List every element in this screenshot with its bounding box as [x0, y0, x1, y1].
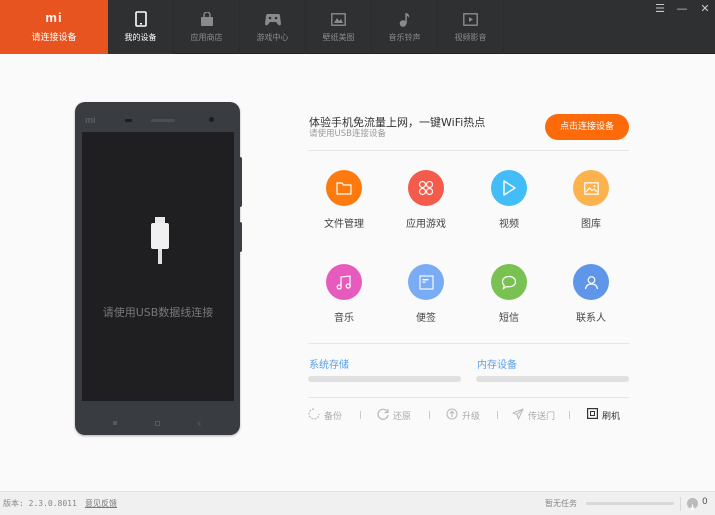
tab-label: 我的设备 [124, 33, 157, 42]
video-icon [438, 9, 503, 29]
shopping-bag-icon [174, 9, 239, 29]
task-status: 暂无任务 [545, 499, 577, 508]
promo-subtitle: 请使用USB连接设备 [309, 129, 386, 139]
phone-power-button [239, 222, 242, 252]
tab-wallpaper[interactable]: 壁纸美图 [306, 0, 372, 54]
system-storage-bar [308, 376, 461, 382]
portal-button[interactable]: 传送门 [512, 408, 555, 423]
app-label: 短信 [499, 313, 519, 324]
tab-label: 音乐铃声 [388, 33, 421, 42]
backup-icon [308, 408, 320, 423]
phone-camera [209, 117, 214, 122]
mi-logo: mi [45, 10, 63, 25]
separator [569, 411, 570, 419]
app-label: 联系人 [576, 313, 606, 324]
app-music[interactable]: 音乐 [309, 264, 379, 324]
minimize-button[interactable]: — [674, 2, 690, 16]
app-label: 应用游戏 [406, 219, 446, 230]
separator [360, 411, 361, 419]
usb-connect-hint: 请使用USB数据线连接 [102, 306, 214, 319]
system-storage-label: 系统存储 [309, 360, 349, 371]
home-key-icon [155, 411, 160, 426]
flash-rom-button[interactable]: 刷机 [587, 408, 620, 422]
back-key-icon [197, 411, 202, 426]
upgrade-button[interactable]: 升级 [446, 408, 480, 423]
top-bar: mi 请连接设备 我的设备 应用商店 游戏中心 壁纸美图 音乐铃声 视频影音 ☰… [0, 0, 715, 54]
connect-device-tab[interactable]: mi 请连接设备 [0, 0, 108, 54]
phone-volume-button [239, 157, 242, 207]
tab-label: 视频影音 [454, 33, 487, 42]
tab-app-store[interactable]: 应用商店 [174, 0, 240, 54]
phone-sensor [125, 119, 132, 122]
tab-label: 游戏中心 [256, 33, 289, 42]
backup-button[interactable]: 备份 [308, 408, 342, 423]
phone-mi-logo: mi [85, 115, 96, 125]
tab-label: 壁纸美图 [322, 33, 355, 42]
app-label: 便签 [416, 313, 436, 324]
separator [680, 497, 681, 511]
divider [308, 397, 629, 398]
message-icon [491, 264, 527, 300]
app-label: 图库 [581, 219, 601, 230]
phone-screen: 请使用USB数据线连接 [82, 132, 234, 401]
tool-label: 升级 [462, 412, 481, 422]
upgrade-icon [446, 408, 458, 423]
app-gallery[interactable]: 图库 [556, 170, 626, 230]
menu-key-icon [113, 411, 118, 425]
divider [308, 343, 629, 344]
feedback-link[interactable]: 意见反馈 [85, 498, 117, 509]
tab-label: 应用商店 [190, 33, 223, 42]
tab-my-device[interactable]: 我的设备 [108, 0, 174, 54]
gamepad-icon [240, 9, 305, 29]
status-bar: 版本: 2.3.0.8011 意见反馈 暂无任务 0 [0, 491, 715, 515]
separator [429, 411, 430, 419]
tab-video[interactable]: 视频影音 [438, 0, 504, 54]
flash-icon [587, 408, 599, 422]
internal-storage-bar [476, 376, 629, 382]
close-button[interactable]: ✕ [697, 2, 713, 16]
connect-device-label: 请连接设备 [31, 33, 77, 43]
contact-icon [573, 264, 609, 300]
app-notes[interactable]: 便签 [391, 264, 461, 324]
gallery-icon [573, 170, 609, 206]
divider [308, 150, 629, 151]
version-label: 版本: 2.3.0.8011 [3, 499, 77, 508]
note-icon [408, 264, 444, 300]
tool-label: 备份 [324, 412, 343, 422]
tool-label: 传送门 [528, 412, 556, 422]
folder-icon [326, 170, 362, 206]
app-label: 文件管理 [324, 219, 364, 230]
phone-icon [108, 9, 173, 29]
tool-label: 刷机 [602, 411, 621, 422]
send-icon [512, 408, 524, 423]
usb-plug-icon [150, 217, 170, 268]
play-icon [491, 170, 527, 206]
phone-speaker [151, 119, 175, 122]
app-label: 音乐 [334, 313, 354, 324]
app-label: 视频 [499, 219, 519, 230]
app-messages[interactable]: 短信 [474, 264, 544, 324]
tab-ringtones[interactable]: 音乐铃声 [372, 0, 438, 54]
task-progress-bar [586, 502, 674, 505]
restore-button[interactable]: 还原 [377, 408, 411, 423]
internal-storage-label: 内存设备 [477, 360, 517, 371]
download-icon[interactable] [687, 498, 698, 511]
menu-icon[interactable]: ☰ [652, 2, 668, 16]
connect-device-button[interactable]: 点击连接设备 [545, 114, 629, 140]
tool-label: 还原 [393, 412, 412, 422]
restore-icon [377, 408, 389, 423]
tab-game-center[interactable]: 游戏中心 [240, 0, 306, 54]
download-count: 0 [702, 497, 708, 507]
app-contacts[interactable]: 联系人 [556, 264, 626, 324]
app-file-manager[interactable]: 文件管理 [309, 170, 379, 230]
picture-icon [306, 9, 371, 29]
separator [497, 411, 498, 419]
music-note-icon [372, 9, 437, 29]
phone-illustration: mi 请使用USB数据线连接 [75, 102, 242, 435]
music-icon [326, 264, 362, 300]
apps-grid-icon [408, 170, 444, 206]
app-video[interactable]: 视频 [474, 170, 544, 230]
app-apps-games[interactable]: 应用游戏 [391, 170, 461, 230]
